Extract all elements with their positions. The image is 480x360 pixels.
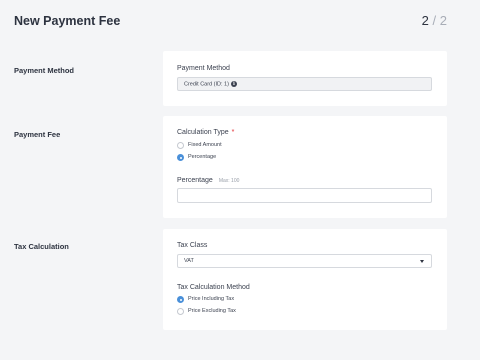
step-indicator: 2 / 2: [422, 13, 447, 28]
header: New Payment Fee 2 / 2: [0, 0, 480, 44]
tax-method-label: Tax Calculation Method: [177, 284, 250, 291]
required-marker: *: [231, 129, 235, 136]
radio-price-including-tax-control[interactable]: [177, 296, 184, 303]
tax-class-label: Tax Class: [177, 242, 208, 249]
payment-method-field: Credit Card (ID: 1) i: [177, 77, 432, 91]
info-icon[interactable]: i: [230, 81, 237, 87]
calculation-type-label: Calculation Type *: [177, 129, 234, 136]
payment-method-card: Payment Method Credit Card (ID: 1) i: [163, 51, 447, 106]
section-label-tax-calculation: Tax Calculation: [14, 242, 69, 251]
section-label-payment-fee: Payment Fee: [14, 130, 61, 139]
radio-percentage-label: Percentage: [188, 154, 217, 160]
radio-fixed-amount-label: Fixed Amount: [188, 142, 222, 148]
percentage-label-text: Percentage: [177, 177, 213, 184]
section-label-payment-method: Payment Method: [14, 66, 75, 75]
step-total: 2: [439, 13, 447, 28]
tax-class-select[interactable]: VAT: [177, 254, 432, 268]
payment-method-value: Credit Card (ID: 1): [184, 81, 229, 88]
payment-method-value-wrap: Credit Card (ID: 1) i: [184, 81, 237, 87]
radio-price-including-tax-label: Price Including Tax: [188, 296, 235, 302]
radio-price-excluding-tax-control[interactable]: [177, 308, 184, 315]
percentage-input[interactable]: [177, 188, 432, 203]
payment-method-field-label: Payment Method: [177, 65, 230, 72]
calculation-type-label-text: Calculation Type: [177, 129, 229, 136]
page-title: New Payment Fee: [14, 14, 121, 28]
tax-calculation-card: Tax Class VAT Tax Calculation Method Pri…: [163, 229, 447, 330]
percentage-hint: Max: 100: [218, 178, 240, 184]
step-separator: /: [432, 13, 437, 28]
payment-fee-card: Calculation Type * Fixed Amount Percentag…: [163, 116, 447, 218]
radio-price-excluding-tax-label: Price Excluding Tax: [188, 308, 236, 314]
tax-class-value: VAT: [184, 258, 194, 264]
radio-percentage-control[interactable]: [177, 154, 184, 161]
radio-fixed-amount-control[interactable]: [177, 142, 184, 149]
percentage-label: Percentage Max: 100: [177, 177, 239, 184]
chevron-down-icon: [420, 260, 424, 263]
step-current: 2: [421, 13, 429, 28]
